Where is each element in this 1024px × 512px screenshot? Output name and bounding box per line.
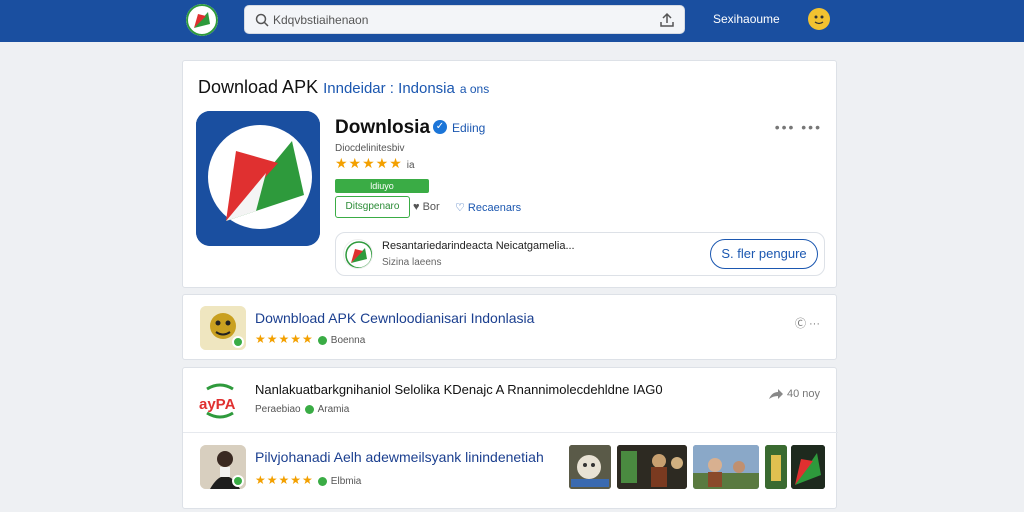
developer-name[interactable]: Diocdelinitesbiv <box>335 143 404 154</box>
screenshot-thumbnail[interactable] <box>765 445 787 489</box>
screenshot-thumbnail[interactable] <box>617 445 687 489</box>
follow-button[interactable]: S. fler pengure <box>710 239 818 269</box>
verified-badge-icon <box>232 475 244 487</box>
result-meta: ★★★★★ Elbmia <box>255 473 362 487</box>
upload-icon[interactable] <box>658 11 676 29</box>
user-label[interactable]: Sexihaoume <box>713 12 780 26</box>
rating-stars: ★★★★★ ia <box>335 155 415 171</box>
more-options-icon[interactable]: ••• ••• <box>775 119 822 135</box>
publisher-box: Resantariedarindeacta Neicatgamelia... S… <box>335 232 825 276</box>
search-icon <box>255 13 269 27</box>
result-title[interactable]: Pilvjohanadi Aelh adewmeilsyank lininden… <box>255 449 544 465</box>
result-thumbnail <box>200 445 246 489</box>
verified-label[interactable]: Ediing <box>452 121 485 135</box>
verified-icon: ✓ <box>433 120 447 134</box>
publisher-subtitle: Sizina laeens <box>382 257 442 268</box>
svg-text:ayPA: ayPA <box>199 396 236 413</box>
result-thumbnail: ayPA <box>197 379 243 423</box>
app-detail-card: Download APK Inndeidar : Indonsia a ons … <box>182 60 837 288</box>
result-card[interactable]: Downbload APK Cewnloodianisari Indonlasi… <box>182 294 837 360</box>
install-badge: ldiuyo <box>335 179 429 193</box>
avatar[interactable] <box>808 8 830 30</box>
result-options[interactable]: Ⓒ ··· <box>795 315 820 331</box>
favorite-button[interactable]: ♡ Recaenars <box>455 201 521 214</box>
page-title: Download APK Inndeidar : Indonsia a ons <box>198 77 490 97</box>
app-icon <box>196 111 320 246</box>
site-logo[interactable] <box>186 4 218 36</box>
result-title[interactable]: Downbload APK Cewnloodianisari Indonlasi… <box>255 310 534 326</box>
result-meta: Peraebiao Aramia <box>255 404 350 415</box>
search-input[interactable]: Kdqvbstiaihenaon <box>273 13 368 27</box>
screenshot-thumbnail[interactable] <box>569 445 611 489</box>
like-button[interactable]: ♥ Bor <box>413 201 440 213</box>
result-thumbnail <box>200 306 246 350</box>
download-button[interactable]: Ditsgpenaro <box>335 196 410 218</box>
share-icon <box>768 389 783 400</box>
top-bar: Kdqvbstiaihenaon Sexihaoume <box>0 0 1024 42</box>
result-title[interactable]: Nanlakuatbarkgnihaniol Selolika KDenajc … <box>255 382 663 397</box>
verified-badge-icon <box>232 336 244 348</box>
result-meta: ★★★★★ Boenna <box>255 332 366 346</box>
divider <box>183 432 838 433</box>
publisher-name[interactable]: Resantariedarindeacta Neicatgamelia... <box>382 240 575 252</box>
result-card[interactable]: ayPA Nanlakuatbarkgnihaniol Selolika KDe… <box>182 367 838 509</box>
search-bar[interactable]: Kdqvbstiaihenaon <box>244 5 685 34</box>
screenshot-thumbnail[interactable] <box>791 445 825 489</box>
publisher-logo <box>343 239 373 269</box>
screenshot-gallery <box>569 445 825 489</box>
screenshot-thumbnail[interactable] <box>693 445 759 489</box>
app-name: Downlosia <box>335 117 431 138</box>
share-button[interactable]: 40 noy <box>768 388 820 400</box>
